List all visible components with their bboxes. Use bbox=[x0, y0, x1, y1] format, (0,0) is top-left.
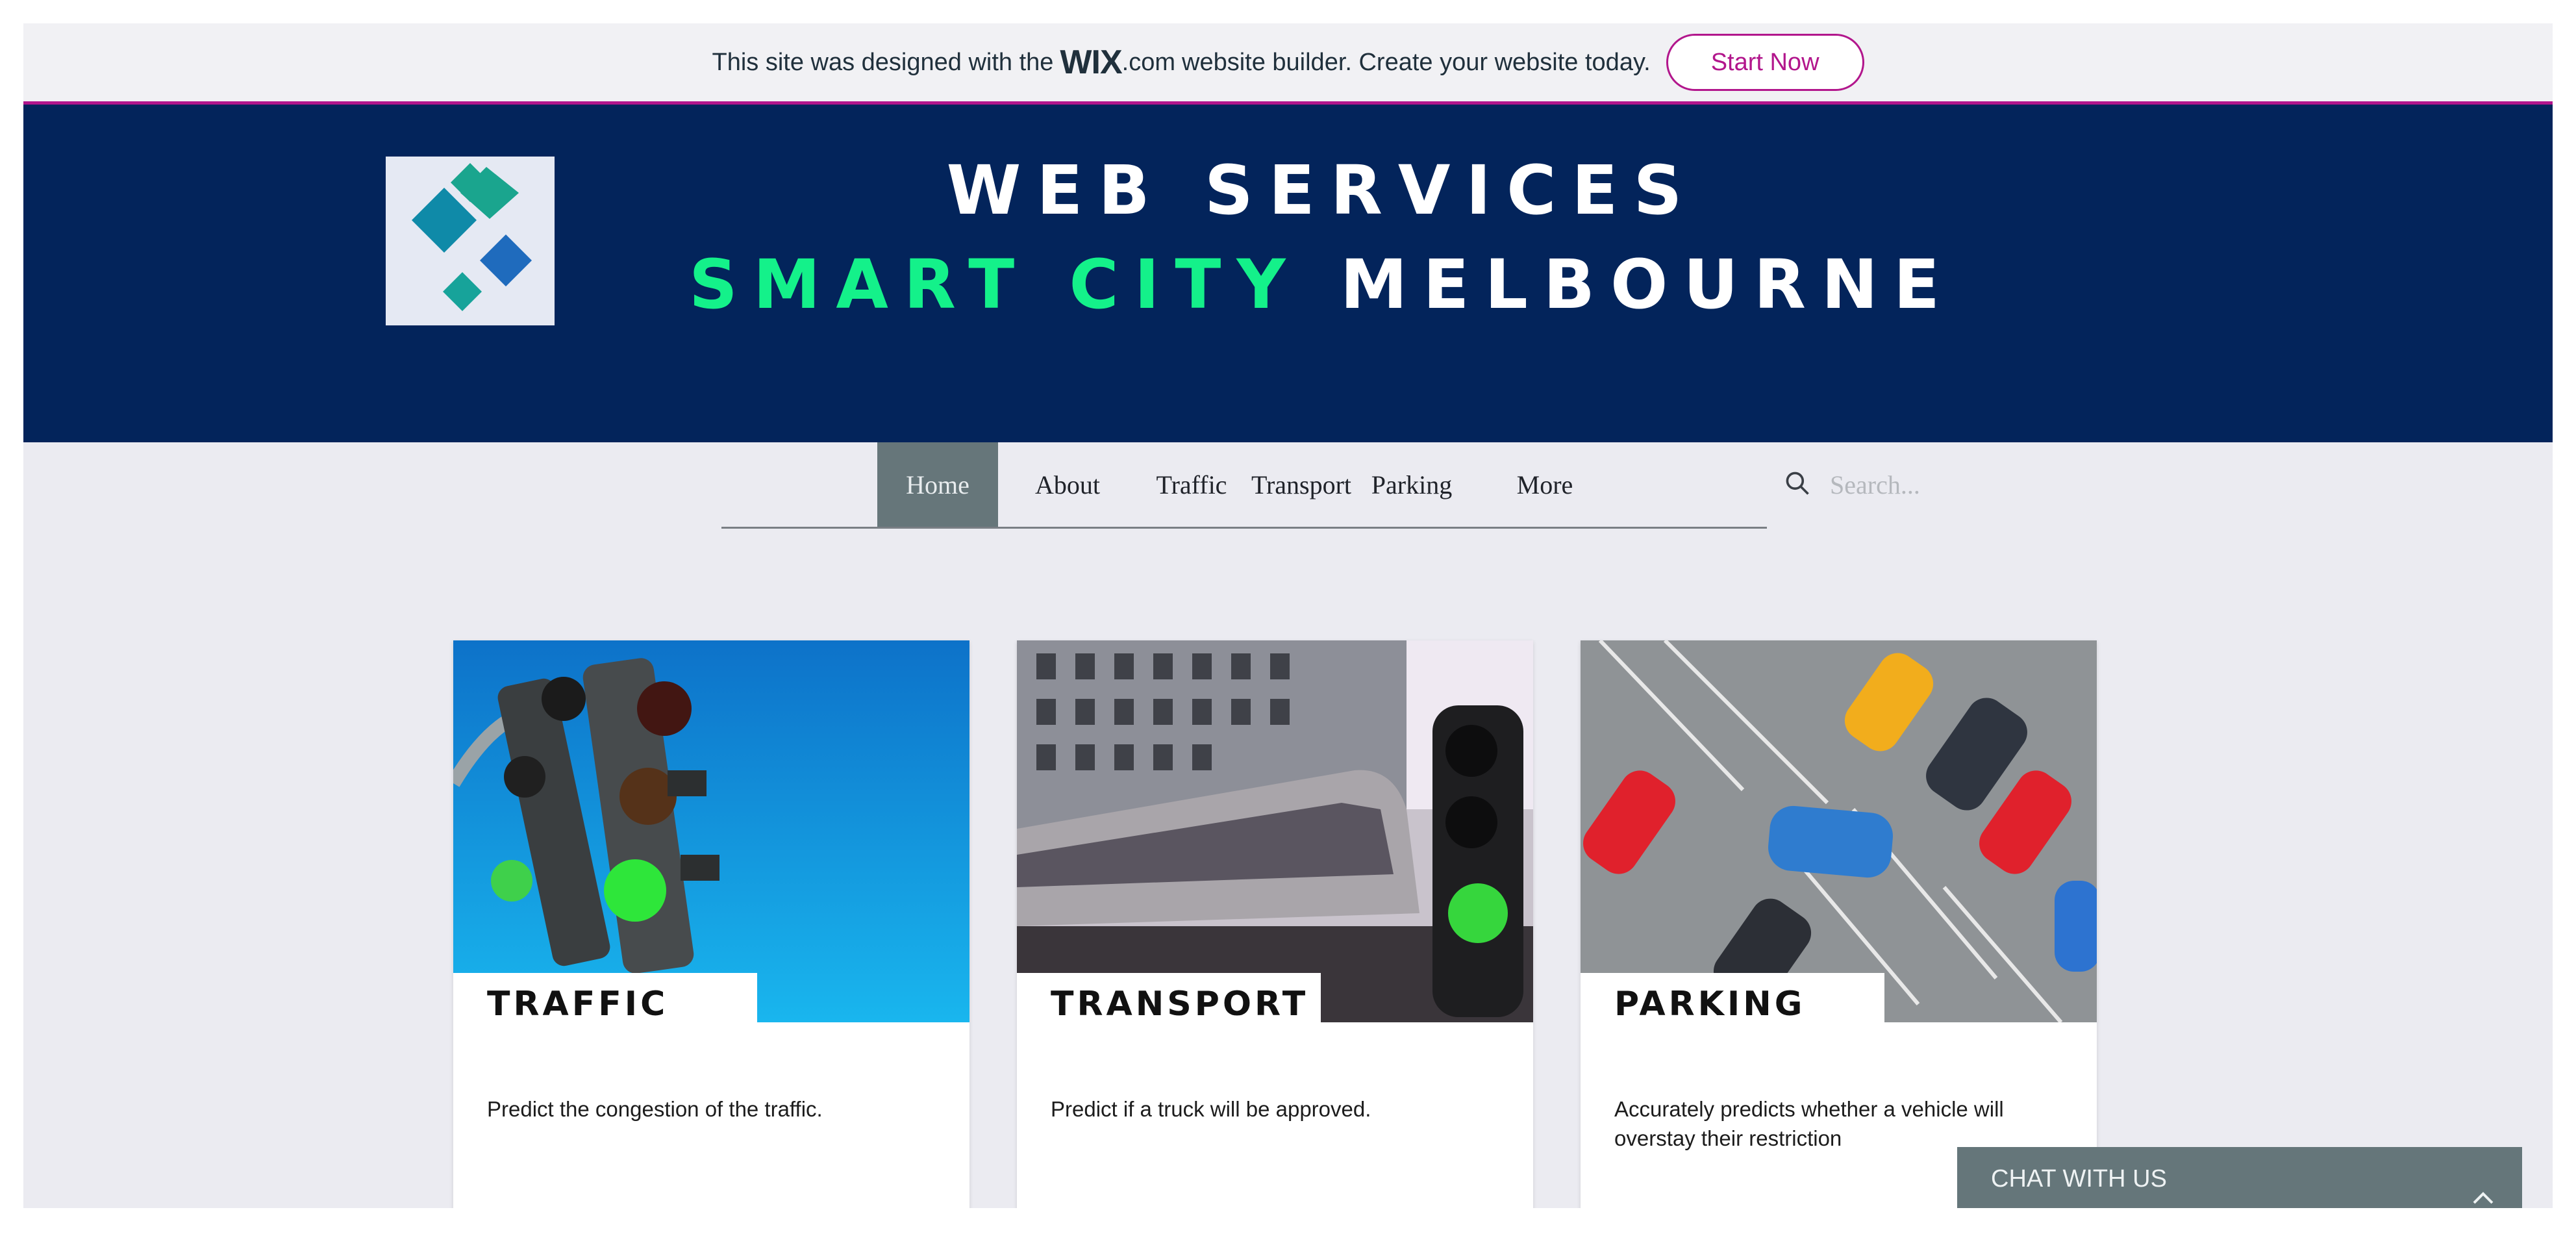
search-icon[interactable] bbox=[1783, 469, 1812, 501]
chevron-up-icon[interactable] bbox=[2470, 1187, 2496, 1207]
nav-item-traffic[interactable]: Traffic bbox=[1137, 442, 1246, 527]
traffic-lights-image[interactable] bbox=[453, 640, 969, 1022]
chat-label[interactable]: CHAT WITH US bbox=[1991, 1165, 2167, 1193]
nav-item-parking[interactable]: Parking bbox=[1357, 442, 1467, 527]
page-frame: This site was designed with the WIX .com … bbox=[23, 23, 2553, 1208]
wix-brand-logo[interactable]: WIX bbox=[1060, 43, 1122, 82]
wix-banner: This site was designed with the WIX .com … bbox=[23, 23, 2553, 105]
wix-banner-text-after: website builder. Create your website tod… bbox=[1182, 48, 1651, 76]
chat-widget[interactable]: CHAT WITH US bbox=[1957, 1147, 2522, 1208]
site-header: WEB SERVICES SMART CITY MELBOURNE bbox=[23, 105, 2553, 442]
card-desc-parking: Accurately predicts whether a vehicle wi… bbox=[1614, 1097, 2004, 1150]
card-desc-transport: Predict if a truck will be approved. bbox=[1051, 1097, 1371, 1121]
site-title-line2: SMART CITY MELBOURNE bbox=[556, 251, 2088, 318]
parking-lot-image[interactable] bbox=[1581, 640, 2097, 1022]
site-title-line1: WEB SERVICES bbox=[946, 151, 1698, 230]
nav-item-about[interactable]: About bbox=[998, 442, 1137, 527]
card-desc-traffic: Predict the congestion of the traffic. bbox=[487, 1097, 823, 1121]
main-nav: Home About Traffic Transport Parking Mor… bbox=[721, 442, 1767, 529]
wix-brand-suffix: .com bbox=[1121, 48, 1175, 76]
start-now-button[interactable]: Start Now bbox=[1666, 34, 1864, 91]
nav-item-more[interactable]: More bbox=[1467, 442, 1623, 527]
card-transport[interactable]: TRANSPORT Predict if a truck will be app… bbox=[1017, 640, 1533, 1208]
card-traffic[interactable]: TRAFFIC Predict the congestion of the tr… bbox=[453, 640, 969, 1208]
nav-item-home[interactable]: Home bbox=[877, 442, 998, 527]
search-input[interactable] bbox=[1829, 468, 1961, 501]
diamond-logo-icon[interactable] bbox=[386, 157, 555, 325]
search-bar[interactable] bbox=[1783, 442, 1965, 527]
card-title-transport[interactable]: TRANSPORT bbox=[1051, 985, 1308, 1024]
card-title-traffic[interactable]: TRAFFIC bbox=[487, 985, 668, 1024]
nav-item-transport[interactable]: Transport bbox=[1246, 442, 1357, 527]
card-title-parking[interactable]: PARKING bbox=[1614, 985, 1805, 1024]
wix-banner-text-before: This site was designed with the bbox=[712, 48, 1054, 76]
card-parking[interactable]: PARKING Accurately predicts whether a ve… bbox=[1581, 640, 2097, 1208]
train-image[interactable] bbox=[1017, 640, 1533, 1022]
site-title-green: SMART CITY bbox=[688, 245, 1301, 324]
site-title-white: MELBOURNE bbox=[1340, 245, 1956, 324]
